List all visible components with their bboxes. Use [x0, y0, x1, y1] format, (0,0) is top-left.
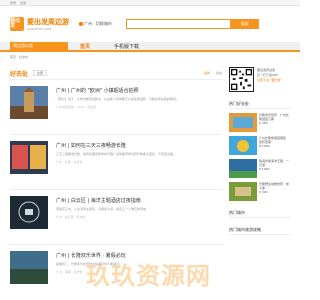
qr-line: 要出发周边游 [257, 68, 276, 72]
location-pin-icon [79, 22, 83, 26]
topbar-link[interactable]: 注册 [20, 1, 26, 5]
qr-line[interactable]: 立即下载 "要出发" [257, 78, 282, 82]
category-menu[interactable]: 周边游分类 [10, 42, 68, 50]
item-thumbnail[interactable] [229, 182, 257, 201]
item-title[interactable]: 长隆欢乐世界 · 广州长隆园区门票 [259, 113, 291, 121]
sidebar-list-item[interactable]: 珠海长隆海洋王国 · 一日游 ¥ 1000 [229, 159, 291, 178]
sidebar-section-title: 热门城市旅游攻略 [229, 227, 291, 235]
item-thumbnail[interactable] [229, 113, 257, 132]
item-title[interactable]: 珠海长隆海洋王国 · 一日游 [259, 159, 291, 167]
item-thumbnail[interactable] [229, 159, 257, 178]
sidebar-section-title: 热门城市 [229, 210, 291, 218]
sidebar-section-title: 热门好去处 [229, 101, 291, 109]
breadcrumb: 首页 › 好去处 [10, 55, 29, 59]
item-price: ¥ 250 [259, 121, 268, 126]
logo-text[interactable]: 要出发周边游 YAOCHUFA.COM [27, 17, 69, 31]
nav-home[interactable]: 首页 [68, 42, 102, 50]
app-download: 要出发周边游 扫一扫下载APP 立即下载 "要出发" [229, 67, 291, 92]
sidebar-list-item[interactable]: 长隆野生动物世界 · 成人票 ¥ 300 [229, 182, 291, 201]
sidebar-list-item[interactable]: 广州长隆旅游度假区 · 欢乐套票 ¥ 1000 [229, 136, 291, 155]
list-item[interactable]: 广州 | 如何在三天三夜畅游长隆 三天三夜畅游长隆，如何合理安排你的行程？全攻略… [10, 135, 222, 190]
site-logo[interactable]: 要出发 [10, 17, 24, 31]
logo-subtitle: YAOCHUFA.COM [27, 27, 51, 31]
qr-code [229, 67, 254, 92]
post-thumbnail[interactable] [10, 251, 48, 284]
sort-latest[interactable]: 最新 [204, 71, 210, 75]
sort-options: 最新 最热 [198, 71, 222, 75]
city-selector[interactable]: 广州 · 切换城市 [79, 21, 112, 27]
post-meta: 广州 · 白云区 · 好去处 [56, 214, 86, 219]
nav-mobile-download[interactable]: 手机版下载 [102, 42, 151, 50]
post-meta: 广州 · 长隆 · 好去处 [56, 159, 83, 164]
item-price: ¥ 300 [259, 190, 268, 195]
city-label: 广州 · 切换城市 [84, 21, 112, 26]
section-heading: 好去处 [10, 70, 29, 78]
post-desc: 三天三夜畅游长隆，如何合理安排你的行程？全攻略带你玩转长隆各大园区，不走回头路。 [56, 152, 177, 156]
post-desc: 【南沙】位于 · 让你仿佛置身欧洲 · 以后每个周末都可以来这里拍照，可留住你最… [56, 97, 179, 101]
post-thumbnail[interactable] [10, 196, 48, 229]
topbar-link[interactable]: 登录 [10, 1, 16, 5]
post-title[interactable]: 广州 | 如何在三天三夜畅游长隆 [56, 142, 222, 149]
site-header: 要出发 要出发周边游 YAOCHUFA.COM 广州 · 切换城市 搜索 [0, 6, 300, 42]
list-item[interactable]: 广州 | 广州的 "欧洲" 小镇超适合拍照 【南沙】位于 · 让你仿佛置身欧洲 … [10, 80, 222, 135]
list-item[interactable]: 广州 | 白云区 | 海洋主题酒店过夜指南 带着孩子去，入住海洋主题房，与鲸鲨为… [10, 190, 222, 245]
sort-hot[interactable]: 最热 [216, 71, 222, 75]
post-meta: 广州市区周边 · 2019 · 好去处 [56, 104, 97, 109]
qr-line: 扫一扫下载APP [257, 73, 278, 77]
main-nav: 周边游分类 首页 手机版下载 [0, 42, 300, 52]
list-header: 好去处 全部 最新 最热 [10, 67, 222, 80]
post-title[interactable]: 广州 | 广州的 "欧洲" 小镇超适合拍照 [56, 87, 222, 94]
logo-title: 要出发周边游 [27, 18, 69, 26]
search-button[interactable]: 搜索 [230, 19, 259, 29]
item-price: ¥ 1000 [259, 144, 270, 149]
qr-caption: 要出发周边游 扫一扫下载APP 立即下载 "要出发" [257, 67, 282, 92]
post-desc: 带着孩子去，入住海洋主题房，与鲸鲨为邻，给孩子一个难忘的周末。 [56, 207, 150, 211]
item-price: ¥ 1000 [259, 167, 270, 172]
filter-tag-all[interactable]: 全部 [33, 70, 48, 76]
sidebar-list-item[interactable]: 长隆欢乐世界 · 广州长隆园区门票 ¥ 250 [229, 113, 291, 132]
post-title[interactable]: 广州 | 白云区 | 海洋主题酒店过夜指南 [56, 197, 222, 204]
post-thumbnail[interactable] [10, 86, 48, 119]
watermark: 玖玖资源网 [86, 262, 211, 290]
item-thumbnail[interactable] [229, 136, 257, 155]
item-title[interactable]: 广州长隆旅游度假区 · 欢乐套票 [259, 136, 291, 144]
sidebar: 要出发周边游 扫一扫下载APP 立即下载 "要出发" 热门好去处 长隆欢乐世界 … [229, 67, 291, 235]
item-title[interactable]: 长隆野生动物世界 · 成人票 [259, 182, 291, 190]
search-input[interactable] [125, 19, 231, 29]
post-thumbnail[interactable] [10, 141, 48, 174]
